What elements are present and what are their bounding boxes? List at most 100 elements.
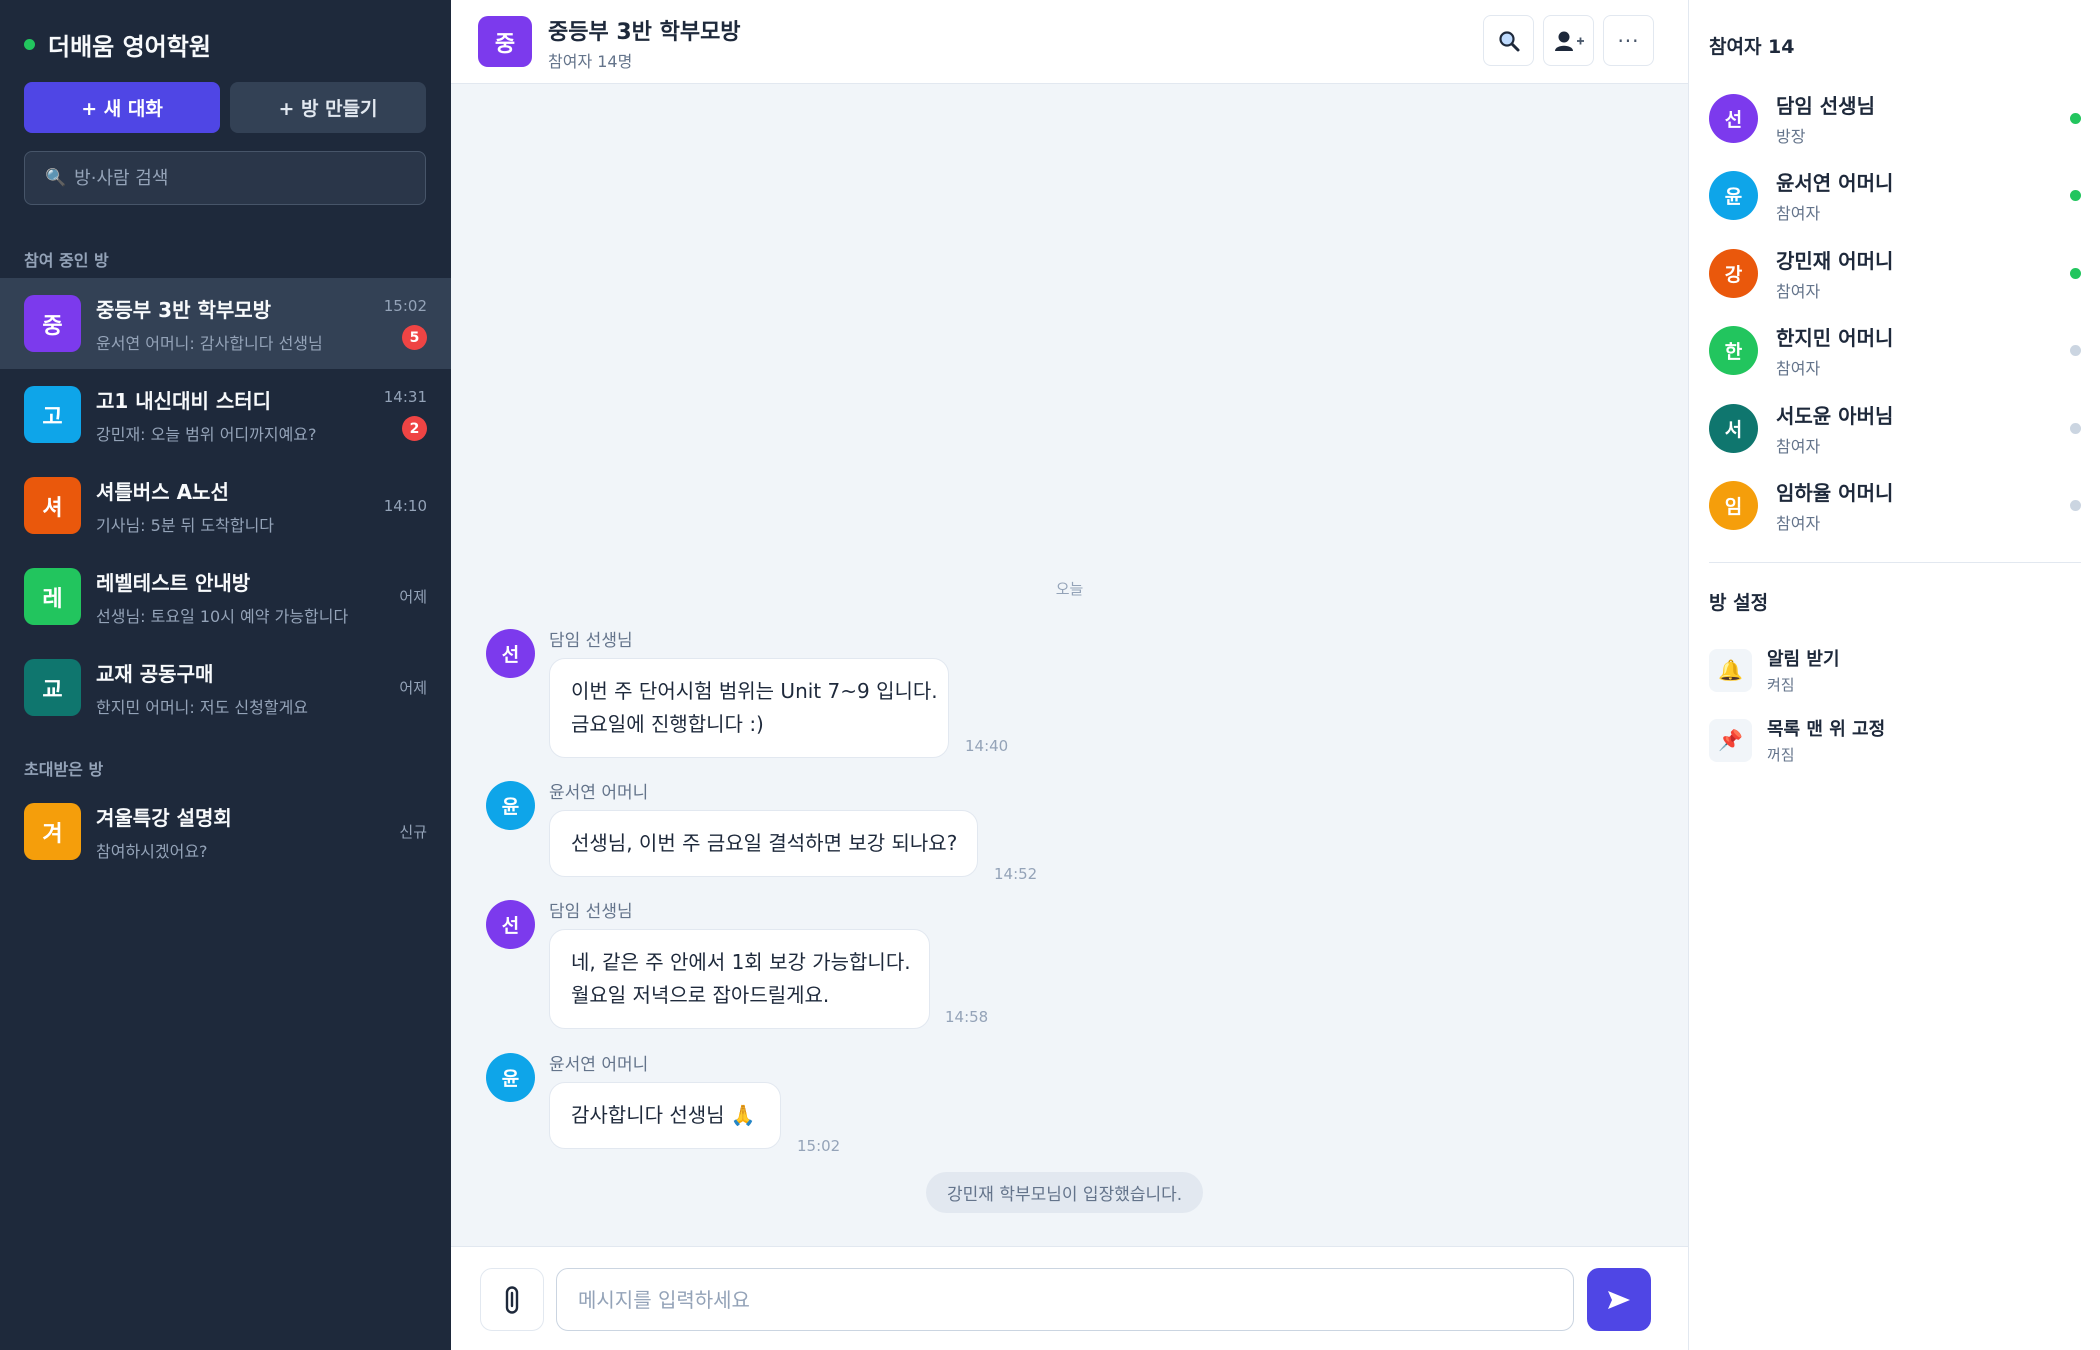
member-text: 윤서연 어머니참여자: [1776, 167, 2070, 224]
member-text: 임하율 어머니 참여자: [1776, 477, 2070, 534]
system-message: 강민재 학부모님이 입장했습니다.: [926, 1172, 1204, 1213]
room-avatar: 중: [24, 295, 81, 352]
brand: 더배움 영어학원: [24, 27, 211, 62]
setting-value: 켜짐: [1767, 676, 1795, 694]
room-name: 레벨테스트 안내방: [96, 570, 251, 595]
chat-title: 중등부 3반 학부모방: [548, 20, 741, 45]
online-status-icon: [2070, 112, 2081, 124]
setting-text: 알림 받기켜짐: [1767, 645, 1840, 695]
message-time: 14:40: [965, 737, 1009, 755]
member-item[interactable]: 윤 윤서연 어머니 참여자: [1709, 166, 2081, 226]
room-item[interactable]: 레 레벨테스트 안내방 선생님: 토요일 10시 예약 가능합니다 어제: [0, 551, 451, 642]
section-label-invited: 초대받은 방: [24, 760, 104, 779]
room-item[interactable]: 중 중등부 3반 학부모방 윤서연 어머니: 감사합니다 선생님 15:02 5: [0, 278, 451, 369]
member-role: 참여자: [1776, 436, 1821, 456]
message-bubble: 네, 같은 주 안에서 1회 보강 가능합니다. 월요일 저녁으로 잡아드릴게요.: [549, 929, 930, 1029]
setting-item[interactable]: 📌 목록 맨 위 고정 꺼짐: [1709, 715, 2081, 765]
more-icon: ···: [1617, 28, 1640, 53]
divider: [1709, 562, 2081, 563]
member-text: 한지민 어머니 참여자: [1776, 322, 2070, 379]
search-icon: 🔍: [45, 168, 67, 188]
room-name: 중등부 3반 학부모방: [96, 297, 272, 322]
member-name: 담임 선생님: [1776, 93, 1875, 118]
room-item[interactable]: 셔 셔틀버스 A노선 기사님: 5분 뒤 도착합니다 14:10: [0, 460, 451, 551]
search-messages-button[interactable]: [1483, 15, 1534, 66]
online-status-icon: [2070, 190, 2081, 201]
room-time: 어제: [399, 588, 427, 606]
message-time: 15:02: [797, 1137, 841, 1155]
search-icon: [1498, 30, 1519, 51]
room-name: 고1 내신대비 스터디: [96, 388, 272, 413]
message-time: 14:52: [994, 865, 1038, 883]
member-item[interactable]: 강 강민재 어머니 참여자: [1709, 243, 2081, 303]
send-button[interactable]: [1587, 1268, 1651, 1331]
member-name: 임하율 어머니: [1776, 481, 1894, 505]
member-name: 윤서연 어머니: [1776, 171, 1894, 195]
chat-header: 중 중등부 3반 학부모방 참여자 14명 ···: [451, 0, 1688, 84]
sender-name: 담임 선생님: [549, 631, 633, 651]
room-last-message: 기사님: 5분 뒤 도착합니다: [96, 515, 275, 535]
room-search: 🔍: [24, 151, 426, 205]
add-member-button[interactable]: [1543, 15, 1594, 66]
sender-name: 윤서연 어머니: [549, 783, 649, 803]
member-item[interactable]: 임 임하율 어머니 참여자: [1709, 476, 2081, 536]
member-role: 참여자: [1776, 204, 1821, 223]
message-bubble: 선생님, 이번 주 금요일 결석하면 보강 되나요?: [549, 810, 978, 877]
message-line: 네, 같은 주 안에서 1회 보강 가능합니다.: [571, 950, 911, 974]
room-text: 교재 공동구매한지민 어머니: 저도 신청할게요: [96, 658, 377, 718]
setting-name: 목록 맨 위 고정: [1767, 719, 1886, 740]
sender-avatar: 윤: [486, 781, 535, 830]
member-avatar: 선: [1709, 93, 1758, 143]
room-name: 교재 공동구매: [96, 661, 214, 686]
setting-item[interactable]: 🔔 알림 받기 켜짐: [1709, 645, 2081, 695]
setting-value: 꺼짐: [1767, 746, 1795, 764]
room-last-message: 한지민 어머니: 저도 신청할게요: [96, 697, 309, 717]
room-item[interactable]: 교 교재 공동구매 한지민 어머니: 저도 신청할게요 어제: [0, 642, 451, 733]
attach-button[interactable]: [480, 1268, 544, 1331]
chat-panel: 중 중등부 3반 학부모방 참여자 14명 ··· 오늘 선 담임 선생님 이번 주…: [451, 0, 1688, 1350]
create-room-button[interactable]: + 방 만들기: [230, 82, 426, 133]
message-line: 금요일에 진행합니다 :): [571, 712, 764, 736]
message-time: 14:58: [945, 1008, 989, 1026]
sender-name: 담임 선생님: [549, 902, 633, 922]
member-avatar: 임: [1709, 481, 1758, 530]
room-time: 14:10: [383, 496, 427, 515]
unread-badge: 5: [402, 325, 427, 350]
message-input[interactable]: [556, 1268, 1574, 1331]
message-composer: [451, 1246, 1688, 1350]
room-item[interactable]: 겨 겨울특강 설명회 참여하시겠어요? 신규: [0, 786, 451, 877]
setting-name: 알림 받기: [1767, 649, 1840, 670]
offline-status-icon: [2070, 422, 2081, 434]
member-name: 한지민 어머니: [1776, 326, 1894, 350]
room-avatar: 고: [24, 386, 81, 443]
room-sidebar: 더배움 영어학원 + 새 대화 + 방 만들기 🔍 참여 중인 방 중 중등부 3…: [0, 0, 451, 1350]
room-info-panel: 참여자 14 선 담임 선생님 방장 윤 윤서연 어머니 참여자 강 강민재 어머니 참여자 한 한…: [1688, 0, 2100, 1350]
member-item[interactable]: 서 서도윤 아버님 참여자: [1709, 398, 2081, 458]
more-options-button[interactable]: ···: [1603, 15, 1654, 66]
room-item[interactable]: 고 고1 내신대비 스터디 강민재: 오늘 범위 어디까지예요? 14:31 2: [0, 369, 451, 460]
member-name: 강민재 어머니: [1776, 248, 1894, 273]
room-name: 겨울특강 설명회: [96, 805, 232, 830]
room-meta: 어제: [377, 551, 427, 642]
room-text: 셔틀버스 A노선 기사님: 5분 뒤 도착합니다: [96, 476, 377, 536]
member-role: 방장: [1776, 126, 1806, 146]
message-line: 감사합니다 선생님 🙏: [571, 1103, 756, 1127]
online-status-icon: [2070, 267, 2081, 279]
sender-name: 윤서연 어머니: [549, 1055, 649, 1075]
paperclip-icon: [505, 1285, 519, 1314]
member-text: 서도윤 아버님 참여자: [1776, 400, 2070, 457]
setting-text: 목록 맨 위 고정꺼짐: [1767, 715, 1885, 765]
room-meta: 신규: [377, 786, 427, 877]
brand-name: 더배움 영어학원: [48, 33, 211, 61]
message-line: 이번 주 단어시험 범위는 Unit 7~9 입니다.: [571, 679, 938, 703]
member-item[interactable]: 선 담임 선생님방장: [1709, 88, 2081, 148]
participant-count: 참여자 14명: [548, 52, 633, 71]
sidebar-actions: + 새 대화 + 방 만들기: [24, 82, 426, 133]
member-item[interactable]: 한 한지민 어머니 참여자: [1709, 321, 2081, 381]
room-search-input[interactable]: [74, 167, 405, 189]
new-chat-button[interactable]: + 새 대화: [24, 82, 220, 133]
room-meta: 15:02 5: [377, 278, 427, 369]
message-bubble: 감사합니다 선생님 🙏: [549, 1082, 781, 1149]
room-text: 고1 내신대비 스터디 강민재: 오늘 범위 어디까지예요?: [96, 385, 377, 445]
participants-title: 참여자 14: [1709, 36, 1795, 58]
